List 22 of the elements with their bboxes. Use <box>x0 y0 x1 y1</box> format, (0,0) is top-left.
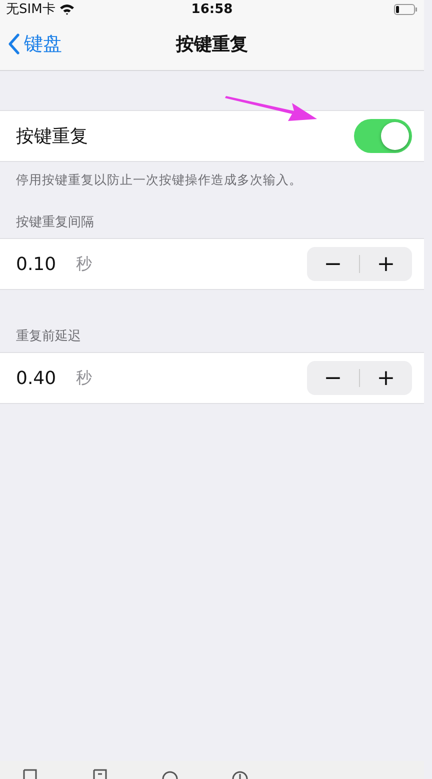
decrement-button[interactable]: − <box>307 361 359 395</box>
value-text: 0.10 <box>16 254 58 274</box>
wifi-icon <box>59 3 76 15</box>
unit-label: 秒 <box>76 254 93 274</box>
carrier-label: 无SIM卡 <box>6 1 56 18</box>
setting-label: 按键重复 <box>16 125 89 148</box>
section-header: 按键重复间隔 <box>15 214 95 232</box>
unit-label: 秒 <box>76 368 93 388</box>
back-button[interactable]: 键盘 <box>0 31 70 57</box>
zoom-out-icon[interactable] <box>160 769 180 779</box>
zoom-in-icon[interactable] <box>230 769 250 779</box>
increment-button[interactable]: + <box>360 361 412 395</box>
decrement-button[interactable]: − <box>307 247 359 281</box>
battery-icon <box>394 4 418 14</box>
increment-button[interactable]: + <box>360 247 412 281</box>
section-header: 重复前延迟 <box>15 328 82 346</box>
value-text: 0.40 <box>16 368 58 388</box>
footnote-text: 停用按键重复以防止一次按键操作造成多次输入。 <box>15 171 303 189</box>
clock-time: 16:58 <box>191 2 233 16</box>
back-chevron-icon <box>8 33 20 55</box>
toggle-switch[interactable] <box>354 119 412 153</box>
page-title: 按键重复 <box>176 33 248 56</box>
